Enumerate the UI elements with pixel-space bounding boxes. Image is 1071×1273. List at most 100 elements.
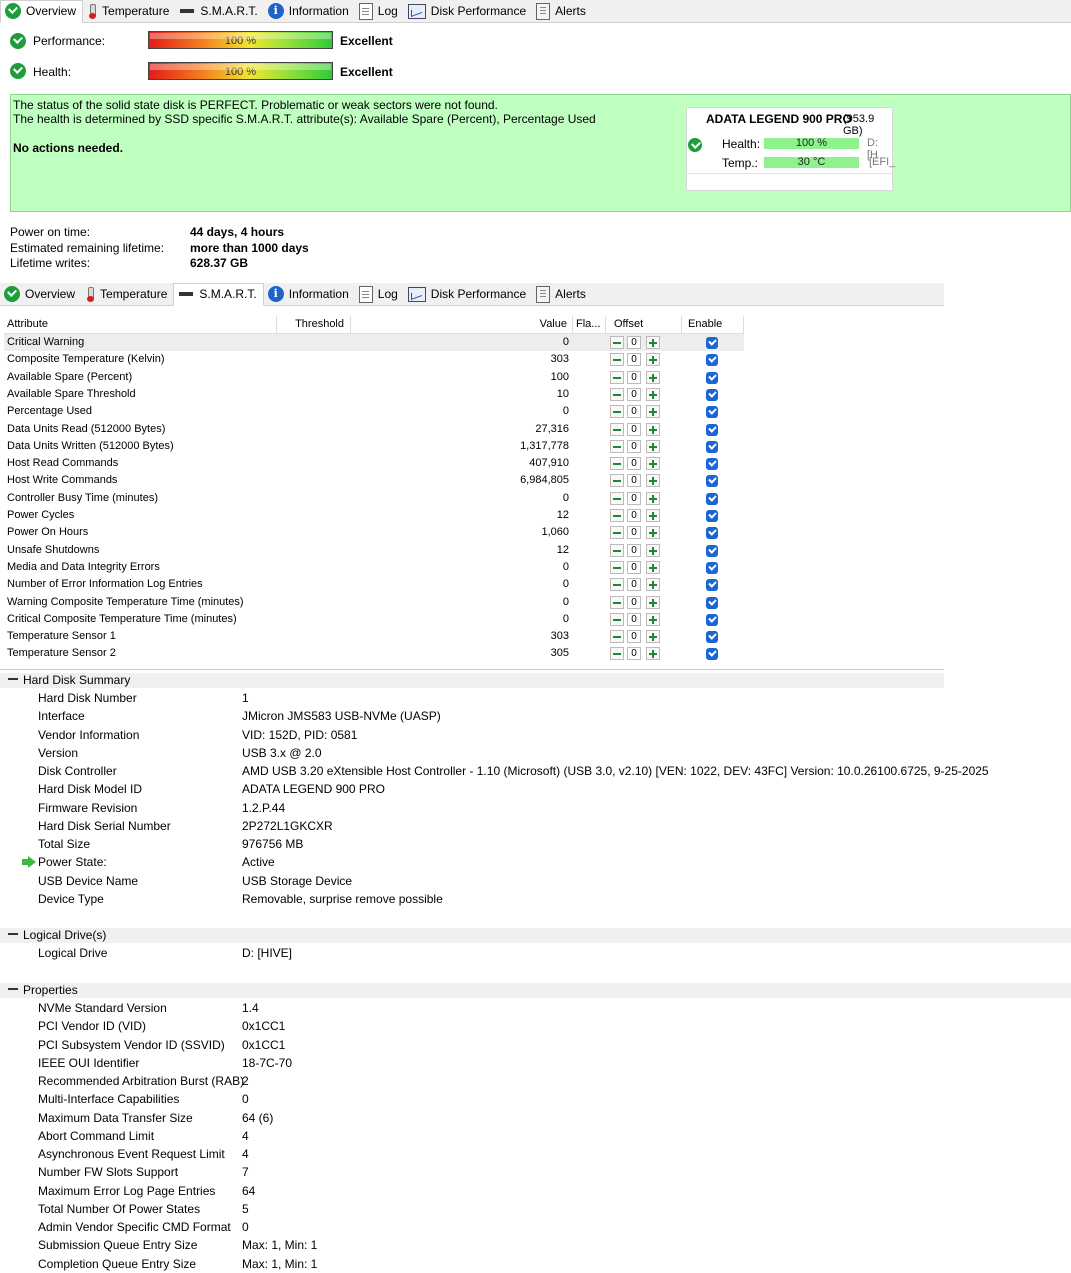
- offset-decrease-button[interactable]: [610, 612, 624, 626]
- tab-s-m-a-r-t[interactable]: S.M.A.R.T.: [175, 0, 263, 22]
- tab-alerts[interactable]: Alerts: [532, 0, 592, 22]
- offset-decrease-button[interactable]: [610, 647, 624, 661]
- smart-row[interactable]: Available Spare Threshold 10 0: [4, 386, 744, 403]
- enable-checkbox[interactable]: [706, 388, 718, 401]
- offset-value[interactable]: 0: [627, 612, 641, 626]
- offset-increase-button[interactable]: [646, 439, 660, 453]
- enable-checkbox[interactable]: [706, 544, 718, 557]
- enable-checkbox[interactable]: [706, 492, 718, 505]
- enable-checkbox[interactable]: [706, 371, 718, 384]
- offset-decrease-button[interactable]: [610, 336, 624, 349]
- offset-value[interactable]: 0: [627, 422, 641, 436]
- tab-disk-performance[interactable]: Disk Performance: [404, 283, 532, 305]
- offset-decrease-button[interactable]: [610, 353, 624, 367]
- offset-increase-button[interactable]: [646, 526, 660, 540]
- offset-value[interactable]: 0: [627, 353, 641, 367]
- offset-increase-button[interactable]: [646, 491, 660, 505]
- logical-drives-header[interactable]: Logical Drive(s): [0, 928, 1071, 943]
- offset-increase-button[interactable]: [646, 578, 660, 592]
- offset-increase-button[interactable]: [646, 370, 660, 384]
- smart-row[interactable]: Data Units Written (512000 Bytes) 1,317,7…: [4, 438, 744, 455]
- tab-temperature[interactable]: Temperature: [83, 0, 175, 22]
- tab-information[interactable]: i Information: [264, 283, 355, 305]
- offset-increase-button[interactable]: [646, 560, 660, 574]
- smart-row[interactable]: Composite Temperature (Kelvin) 303 0: [4, 351, 744, 368]
- properties-header[interactable]: Properties: [0, 983, 1071, 998]
- tab-information[interactable]: i Information: [264, 0, 355, 22]
- tab-overview[interactable]: Overview: [0, 283, 81, 305]
- offset-value[interactable]: 0: [627, 526, 641, 540]
- offset-increase-button[interactable]: [646, 387, 660, 401]
- offset-value[interactable]: 0: [627, 595, 641, 609]
- offset-increase-button[interactable]: [646, 474, 660, 488]
- offset-decrease-button[interactable]: [610, 474, 624, 488]
- offset-increase-button[interactable]: [646, 405, 660, 419]
- tab-s-m-a-r-t[interactable]: S.M.A.R.T.: [173, 282, 264, 306]
- enable-checkbox[interactable]: [706, 406, 718, 419]
- offset-increase-button[interactable]: [646, 457, 660, 471]
- offset-increase-button[interactable]: [646, 543, 660, 557]
- enable-checkbox[interactable]: [706, 458, 718, 471]
- smart-row[interactable]: Unsafe Shutdowns 12 0: [4, 542, 744, 559]
- enable-checkbox[interactable]: [706, 613, 718, 626]
- col-threshold[interactable]: Threshold: [277, 316, 351, 333]
- offset-decrease-button[interactable]: [610, 387, 624, 401]
- offset-increase-button[interactable]: [646, 647, 660, 661]
- col-offset[interactable]: Offset: [606, 316, 682, 333]
- offset-value[interactable]: 0: [627, 474, 641, 488]
- offset-value[interactable]: 0: [627, 630, 641, 644]
- tab-alerts[interactable]: Alerts: [532, 283, 592, 305]
- collapse-icon[interactable]: [8, 678, 18, 681]
- col-enable[interactable]: Enable: [682, 316, 744, 333]
- offset-value[interactable]: 0: [627, 560, 641, 574]
- smart-row[interactable]: Power On Hours 1,060 0: [4, 524, 744, 541]
- offset-decrease-button[interactable]: [610, 630, 624, 644]
- enable-checkbox[interactable]: [706, 510, 718, 522]
- offset-value[interactable]: 0: [627, 543, 641, 557]
- tab-log[interactable]: Log: [355, 283, 404, 305]
- collapse-icon[interactable]: [8, 933, 18, 936]
- smart-row[interactable]: Media and Data Integrity Errors 0 0: [4, 559, 744, 576]
- smart-row[interactable]: Temperature Sensor 1 303 0: [4, 628, 744, 645]
- offset-increase-button[interactable]: [646, 422, 660, 436]
- enable-checkbox[interactable]: [706, 596, 718, 609]
- offset-value[interactable]: 0: [627, 457, 641, 471]
- offset-decrease-button[interactable]: [610, 457, 624, 471]
- tab-log[interactable]: Log: [355, 0, 404, 22]
- offset-increase-button[interactable]: [646, 509, 660, 522]
- smart-row[interactable]: Critical Warning 0 0: [4, 334, 744, 352]
- col-attribute[interactable]: Attribute: [4, 316, 277, 333]
- enable-checkbox[interactable]: [706, 561, 718, 574]
- offset-increase-button[interactable]: [646, 336, 660, 349]
- offset-value[interactable]: 0: [627, 336, 641, 349]
- col-value[interactable]: Value: [351, 316, 573, 333]
- offset-decrease-button[interactable]: [610, 439, 624, 453]
- offset-value[interactable]: 0: [627, 509, 641, 522]
- smart-row[interactable]: Warning Composite Temperature Time (minu…: [4, 594, 744, 611]
- tab-disk-performance[interactable]: Disk Performance: [404, 0, 532, 22]
- smart-row[interactable]: Host Read Commands 407,910 0: [4, 455, 744, 472]
- smart-row[interactable]: Power Cycles 12 0: [4, 507, 744, 524]
- offset-decrease-button[interactable]: [610, 560, 624, 574]
- smart-row[interactable]: Critical Composite Temperature Time (min…: [4, 611, 744, 628]
- smart-row[interactable]: Available Spare (Percent) 100 0: [4, 369, 744, 386]
- offset-value[interactable]: 0: [627, 387, 641, 401]
- enable-checkbox[interactable]: [706, 337, 718, 349]
- smart-row[interactable]: Number of Error Information Log Entries 0…: [4, 576, 744, 593]
- offset-decrease-button[interactable]: [610, 526, 624, 540]
- enable-checkbox[interactable]: [706, 648, 718, 661]
- offset-value[interactable]: 0: [627, 439, 641, 453]
- offset-decrease-button[interactable]: [610, 543, 624, 557]
- enable-checkbox[interactable]: [706, 423, 718, 436]
- smart-row[interactable]: Percentage Used 0 0: [4, 403, 744, 420]
- tab-temperature[interactable]: Temperature: [81, 283, 173, 305]
- offset-value[interactable]: 0: [627, 647, 641, 661]
- offset-increase-button[interactable]: [646, 612, 660, 626]
- offset-increase-button[interactable]: [646, 630, 660, 644]
- enable-checkbox[interactable]: [706, 631, 718, 644]
- smart-row[interactable]: Data Units Read (512000 Bytes) 27,316 0: [4, 421, 744, 438]
- offset-decrease-button[interactable]: [610, 370, 624, 384]
- offset-value[interactable]: 0: [627, 405, 641, 419]
- offset-decrease-button[interactable]: [610, 405, 624, 419]
- col-flags[interactable]: Fla...: [573, 316, 606, 333]
